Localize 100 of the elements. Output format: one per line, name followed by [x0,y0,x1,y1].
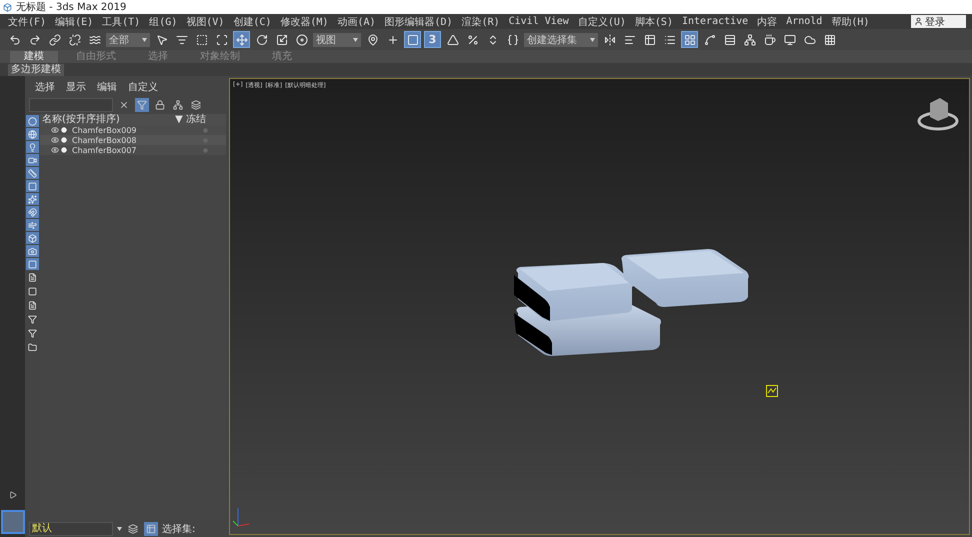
menu-item[interactable]: Arnold [786,16,822,27]
menu-item[interactable]: 自定义(U) [578,14,626,28]
cloud-icon [804,34,816,46]
hierarchy-button[interactable] [171,98,185,112]
menu-item[interactable]: 编辑(E) [55,14,94,28]
filter-toggle[interactable] [26,258,39,270]
viewport-thumbnail[interactable] [0,510,24,534]
scene-row[interactable]: ChamferBox008 [40,135,226,145]
scene-row[interactable]: ChamferBox009 [40,125,226,135]
scan-icon [216,34,228,46]
toolbar-dropdown[interactable]: 全部 [106,32,150,46]
explorer-menu-item[interactable]: 编辑 [97,80,117,94]
filter-toggle[interactable] [26,141,39,153]
menu-item[interactable]: 创建(C) [233,14,272,28]
filter-toggle[interactable] [26,271,39,283]
filter-toggle[interactable] [26,232,39,244]
login-button[interactable]: 登录 [911,15,966,28]
list-icon [176,34,188,46]
layers-icon [128,524,138,534]
menu-item[interactable]: 脚本(S) [634,14,673,28]
layers-button[interactable] [126,522,140,536]
lock-button[interactable] [153,98,167,112]
menu-item[interactable]: 动画(A) [337,14,376,28]
menu-item[interactable]: 工具(T) [102,14,140,28]
toolbar-dropdown[interactable]: 视图 [313,32,361,46]
document-icon [28,272,37,282]
monitor-icon [784,34,796,46]
filter-icon [137,100,147,110]
rows-icon [724,34,736,46]
light-gizmo-icon[interactable] [766,385,778,397]
filter-toggle[interactable] [26,115,39,127]
eye-icon[interactable] [51,126,59,134]
window-title: 无标题 - 3ds Max 2019 [16,0,126,14]
square-icon [406,34,418,46]
align-icon [624,34,636,46]
move-icon [236,34,248,46]
explorer-menu-item[interactable]: 显示 [66,80,86,94]
user-icon [914,17,923,26]
selection-set-button[interactable] [144,522,158,536]
filter-toggle[interactable] [26,285,39,297]
scene-row[interactable]: ChamferBox007 [40,145,226,155]
column-header[interactable]: 名称(按升序排序) [42,114,120,125]
menu-item[interactable]: Civil View [508,16,569,27]
sparkle-icon [28,194,37,204]
eye-icon[interactable] [51,136,59,144]
explorer-menu-item[interactable]: 自定义 [128,80,158,94]
hierarchy-button[interactable] [189,98,203,112]
grid-icon [684,34,696,46]
filter-toggle[interactable] [26,206,39,218]
filter-toggle[interactable] [26,245,39,257]
caret-icon[interactable] [117,526,122,530]
ribbon-panel-tab[interactable]: 多边形建模 [8,64,64,76]
menu-item[interactable]: 帮助(H) [831,14,870,28]
rotate-icon [256,34,268,46]
filter-icon [28,314,37,324]
filter-toggle[interactable] [26,167,39,179]
curve-icon [704,34,716,46]
menu-item[interactable]: 文件(F) [8,14,46,28]
menu-item[interactable]: Interactive [682,16,748,27]
filter-toggle[interactable] [26,299,39,311]
eye-icon[interactable] [51,146,59,154]
filter-toggle[interactable] [26,128,39,140]
search-field[interactable] [29,98,113,112]
square-icon [28,182,37,190]
ribbon-tab[interactable]: 建模 [10,50,58,62]
filter-toggle[interactable] [26,341,39,353]
ruler-icon [28,168,37,178]
filter-toggle[interactable] [26,180,39,192]
menu-item[interactable]: 内容 [757,14,778,28]
menu-item[interactable]: 组(G) [149,14,178,28]
menu-item[interactable]: 视图(V) [186,14,224,28]
axis-tripod-icon [232,508,250,526]
explorer-menu-item[interactable]: 选择 [35,80,55,94]
layer-field[interactable]: 默认 [29,522,113,536]
angle-icon [446,34,458,46]
rounded-boxes-drawing[interactable] [514,249,749,356]
menu-item[interactable]: 图形编辑器(D) [384,14,453,28]
menu-item[interactable]: 修改器(M) [280,14,328,28]
toolbar-dropdown[interactable]: 创建选择集 [524,32,598,46]
app-icon [3,2,12,12]
column-header[interactable]: ▼ 冻结 [175,114,206,125]
menu-item[interactable]: 渲染(R) [462,14,500,28]
table-icon [146,524,156,534]
filter-toggle[interactable] [26,327,39,339]
caret-icon[interactable] [590,38,595,42]
wind-icon [28,220,37,230]
wave-icon [88,34,100,46]
filter-toggle[interactable] [26,154,39,166]
pin-icon [366,34,378,46]
viewcube-icon[interactable] [918,98,958,130]
nodes-icon [744,34,756,46]
table-icon [644,34,656,46]
filter-toggle[interactable] [26,313,39,325]
filter-toggle[interactable] [26,219,39,231]
caret-icon[interactable] [353,38,358,42]
caret-icon[interactable] [142,38,147,42]
unlink-icon [68,34,80,46]
filter-toggle[interactable] [26,193,39,205]
close-icon [119,100,129,110]
link-icon [48,34,60,46]
